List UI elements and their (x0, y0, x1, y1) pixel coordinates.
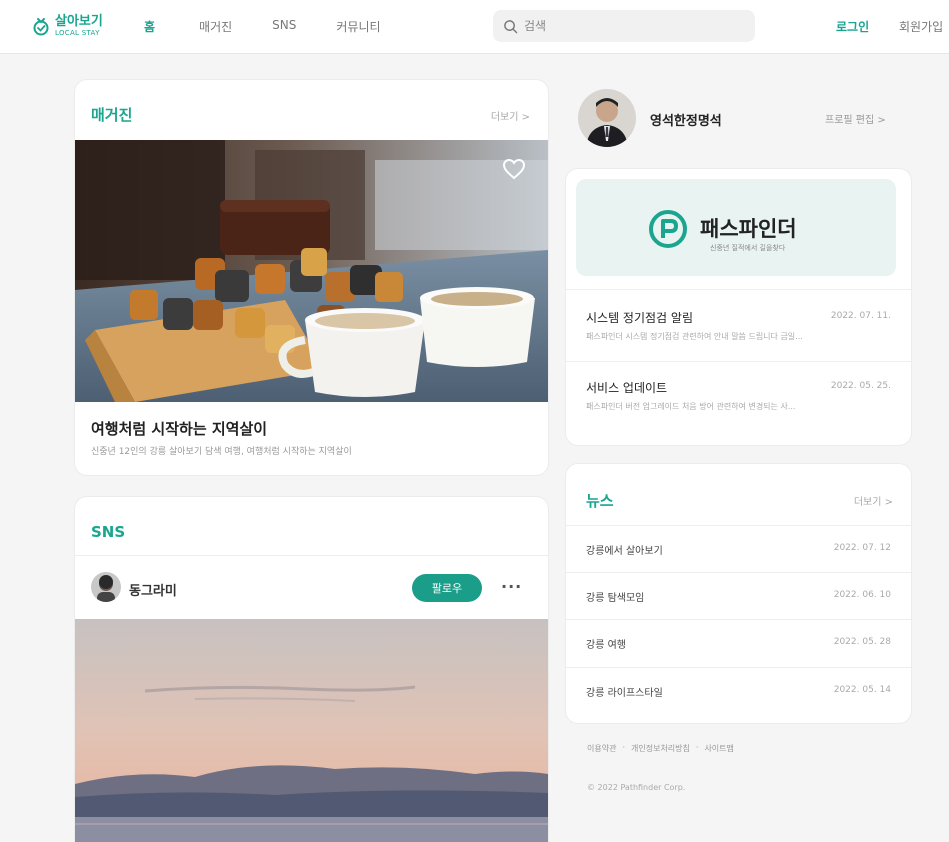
nav-community[interactable]: 커뮤니티 (336, 18, 380, 35)
notice-item[interactable]: 시스템 정기점검 알림 2022. 07. 11. 패스파인더 시스템 정기점검… (566, 293, 911, 363)
profile-avatar[interactable] (578, 89, 636, 147)
news-item[interactable]: 강릉 탐색모임 2022. 06. 10 (566, 573, 911, 619)
magazine-headline[interactable]: 여행처럼 시작하는 지역살이 (91, 418, 267, 439)
news-item-date: 2022. 05. 28 (833, 637, 891, 647)
search-icon (504, 19, 518, 33)
profile-photo (578, 89, 636, 147)
avatar[interactable] (91, 572, 121, 602)
logo-text: 살아보기 (55, 14, 103, 29)
terms-link[interactable]: 이용약관 (587, 743, 616, 754)
search-bar[interactable] (493, 10, 755, 42)
notice-card: 패스파인더 신중년 질적에서 길을찾다 시스템 정기점검 알림 2022. 07… (566, 169, 911, 445)
news-item-title: 강릉 탐색모임 (586, 593, 645, 604)
magazine-description: 신중년 12인의 강릉 살아보기 담색 여행, 여행처럼 시작하는 지역살이 (91, 447, 352, 457)
magazine-image[interactable] (75, 140, 548, 402)
main-nav: 홈 매거진 SNS 커뮤니티 (144, 18, 421, 35)
notice-description: 패스파인더 시스템 정기점검 관련하여 안내 말씀 드립니다 금일... (586, 332, 803, 341)
separator-dot: · (695, 743, 699, 752)
news-item-date: 2022. 06. 10 (833, 590, 891, 600)
top-header: 살아보기 LOCAL STAY 홈 매거진 SNS 커뮤니티 로그인 회원가입 (0, 0, 949, 54)
magazine-more-link[interactable]: 더보기 > (491, 108, 530, 123)
sns-post-image[interactable] (75, 619, 548, 842)
news-item-title: 강릉 여행 (586, 640, 626, 651)
site-logo[interactable]: 살아보기 LOCAL STAY (32, 11, 103, 41)
profile-edit-link[interactable]: 프로필 편집 > (825, 111, 886, 126)
news-item[interactable]: 강릉에서 살아보기 2022. 07. 12 (566, 526, 911, 572)
logo-subtext: LOCAL STAY (55, 29, 100, 37)
signup-link[interactable]: 회원가입 (899, 18, 943, 35)
copyright: © 2022 Pathfinder Corp. (587, 783, 686, 792)
sns-card: SNS 동그라미 팔로우 ··· (75, 497, 548, 842)
nav-magazine[interactable]: 매거진 (199, 18, 232, 35)
notice-item[interactable]: 서비스 업데이트 2022. 05. 25. 패스파인더 버전 업그레이드 처음… (566, 363, 911, 433)
notice-title: 시스템 정기점검 알림 (586, 311, 693, 325)
divider (566, 361, 911, 362)
news-item-title: 강릉에서 살아보기 (586, 546, 663, 557)
news-more-link[interactable]: 더보기 > (854, 493, 893, 508)
follow-button[interactable]: 팔로우 (412, 574, 482, 602)
profile-name: 영석한정명석 (650, 114, 722, 129)
sns-title: SNS (91, 523, 126, 541)
news-item-title: 강릉 라이프스타일 (586, 688, 663, 699)
sunset-photo (75, 619, 548, 842)
logo-icon (33, 18, 49, 36)
pathfinder-banner[interactable]: 패스파인더 신중년 질적에서 길을찾다 (576, 179, 896, 276)
news-title: 뉴스 (586, 492, 614, 510)
magazine-title: 매거진 (91, 106, 133, 124)
cafe-photo (75, 140, 548, 402)
banner-title: 패스파인더 (700, 217, 797, 241)
separator-dot: · (622, 743, 625, 752)
banner-subtitle: 신중년 질적에서 길을찾다 (710, 244, 786, 252)
login-link[interactable]: 로그인 (836, 18, 869, 35)
notice-title: 서비스 업데이트 (586, 381, 668, 395)
news-item-date: 2022. 07. 12 (833, 543, 891, 553)
sitemap-link[interactable]: 사이트맵 (704, 743, 733, 754)
search-input[interactable] (524, 19, 724, 33)
news-item-date: 2022. 05. 14 (833, 685, 891, 695)
news-item[interactable]: 강릉 라이프스타일 2022. 05. 14 (566, 668, 911, 714)
notice-date: 2022. 07. 11. (830, 311, 891, 321)
news-card: 뉴스 더보기 > 강릉에서 살아보기 2022. 07. 12 강릉 탐색모임 … (566, 464, 911, 723)
sns-username[interactable]: 동그라미 (129, 580, 177, 599)
divider (566, 289, 911, 290)
pathfinder-logo-icon (649, 210, 687, 248)
magazine-card: 매거진 더보기 > 여행처럼 시작하는 지역살이 신중년 12인의 강릉 살아보… (75, 80, 548, 475)
notice-date: 2022. 05. 25. (830, 381, 891, 391)
divider (75, 555, 548, 556)
nav-home[interactable]: 홈 (144, 18, 155, 35)
nav-sns[interactable]: SNS (272, 18, 296, 35)
heart-icon[interactable] (502, 158, 526, 180)
news-item[interactable]: 강릉 여행 2022. 05. 28 (566, 620, 911, 666)
user-avatar-image (91, 572, 121, 602)
footer-links: 이용약관 · 개인정보처리방침 · 사이트맵 (587, 743, 734, 754)
more-options-icon[interactable]: ··· (501, 577, 522, 596)
privacy-link[interactable]: 개인정보처리방침 (631, 743, 690, 754)
notice-description: 패스파인더 버전 업그레이드 처음 방어 관련하여 변경되는 사... (586, 402, 796, 411)
